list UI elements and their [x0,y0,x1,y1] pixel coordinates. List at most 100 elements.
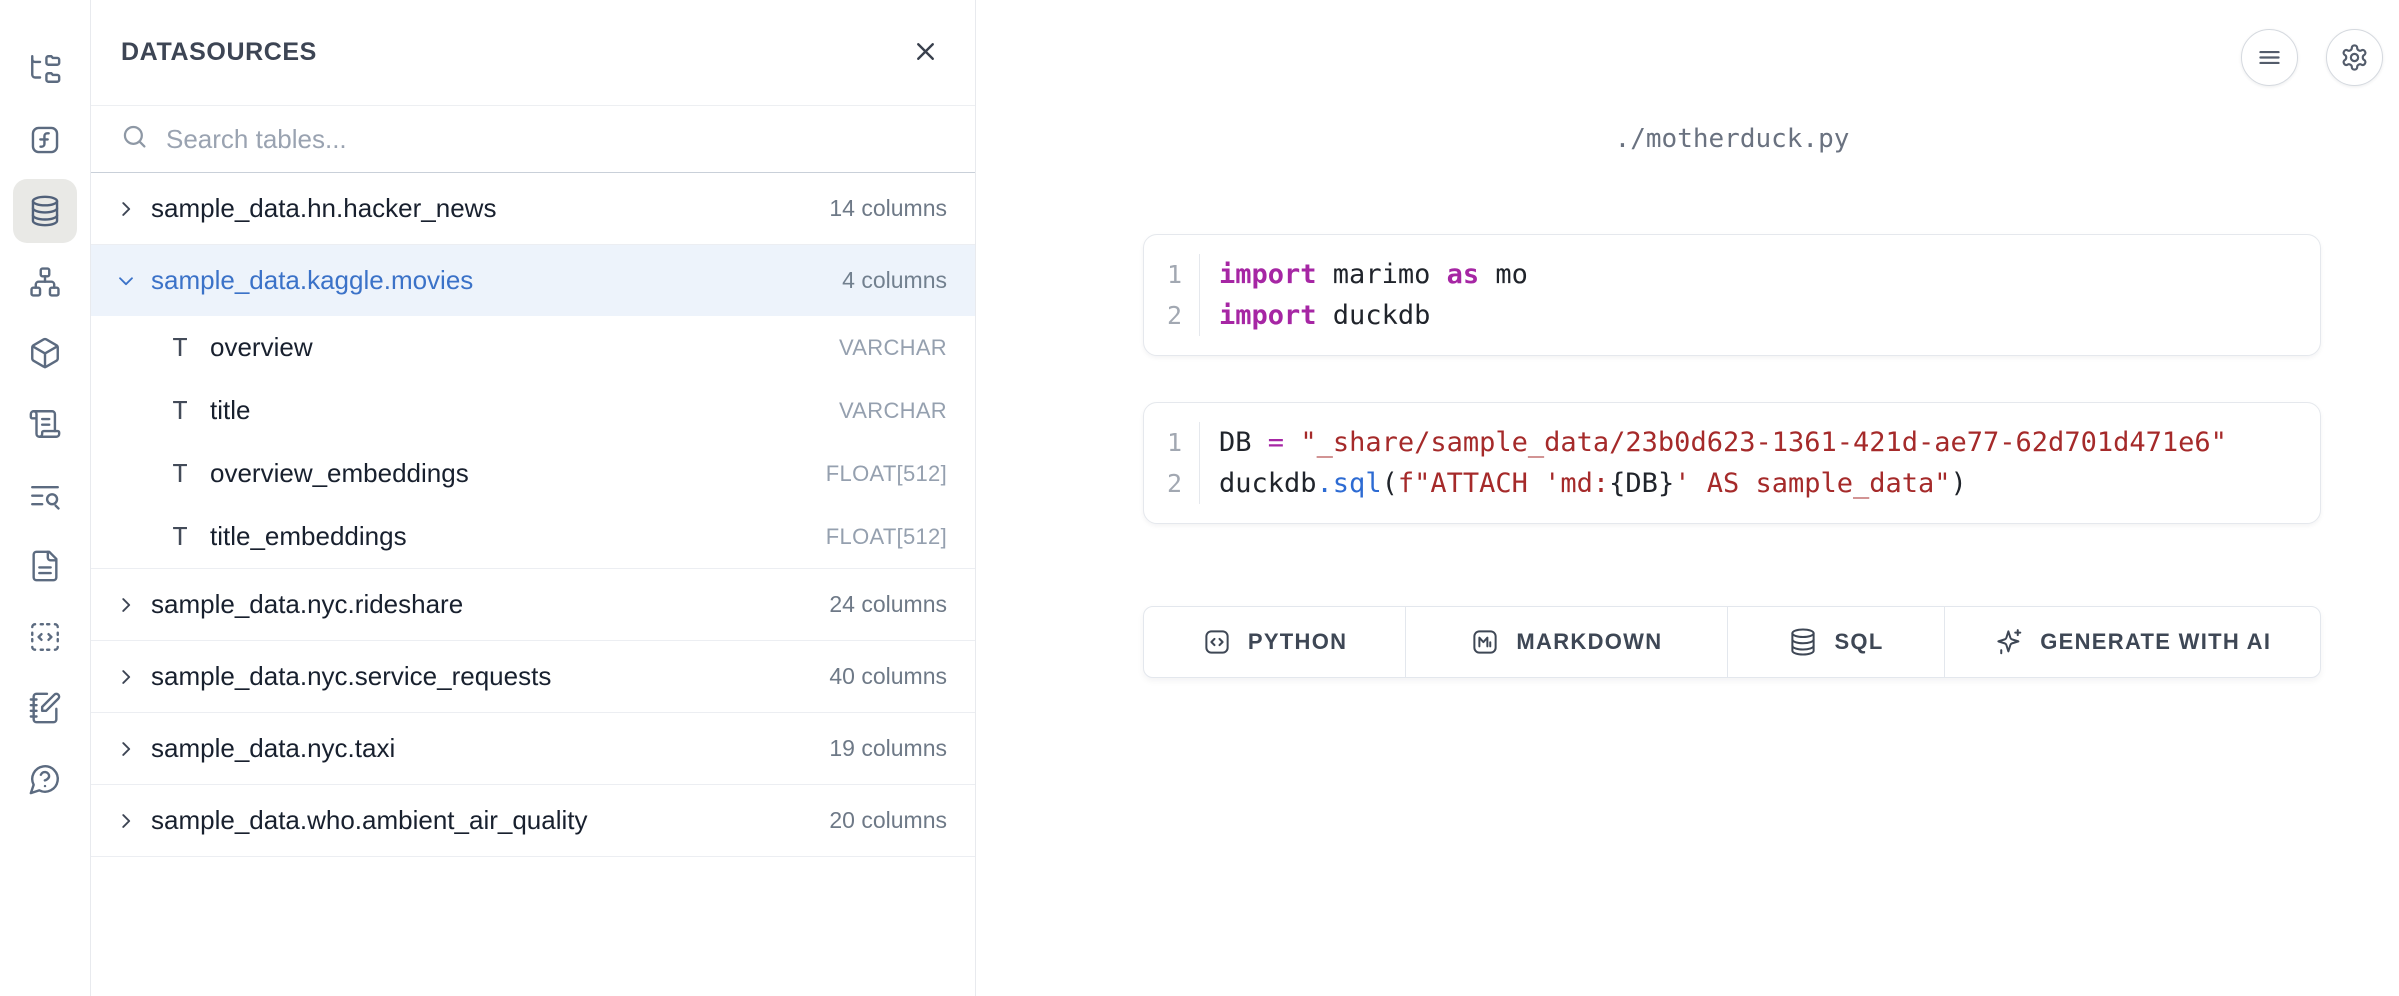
sidebar-item-chat[interactable] [13,747,77,811]
topbar [2241,29,2383,86]
table-row[interactable]: sample_data.kaggle.movies4 columns [91,245,975,316]
table-column-count: 19 columns [829,735,947,762]
file-text-icon [28,549,62,583]
table-row[interactable]: sample_data.nyc.taxi19 columns [91,713,975,784]
code-text[interactable]: import marimo as mo [1200,254,1528,295]
sidebar-item-logs[interactable] [13,392,77,456]
sidebar-item-dependency-graph[interactable] [13,250,77,314]
code-text[interactable]: import duckdb [1200,295,1430,336]
code-line: 2duckdb.sql(f"ATTACH 'md:{DB}' AS sample… [1144,463,2320,504]
column-row[interactable]: Ttitle VARCHAR [91,379,975,442]
table-row[interactable]: sample_data.who.ambient_air_quality 20 co… [91,785,975,856]
close-icon [911,37,940,69]
table-row[interactable]: sample_data.nyc.service_requests 40 colum… [91,641,975,712]
add-button-label: SQL [1834,629,1883,655]
code-cell[interactable]: 1DB = "_share/sample_data/23b0d623-1361-… [1143,402,2321,524]
column-row[interactable]: Toverview VARCHAR [91,316,975,379]
column-type-icon: T [167,522,193,551]
text-search-icon [28,478,62,512]
datasources-panel: DATASOURCES sample_data.hn.hacker_news14… [91,0,976,996]
table-column-count: 4 columns [842,267,947,294]
search-input[interactable] [166,124,945,155]
sidebar-item-file-explorer[interactable] [13,37,77,101]
x-icon [911,37,940,66]
database-icon [28,194,62,228]
line-number: 1 [1144,254,1200,295]
table-row[interactable]: sample_data.nyc.rideshare24 columns [91,569,975,640]
table-column-count: 14 columns [829,195,947,222]
sidebar-item-snippets[interactable] [13,605,77,669]
chevron-right-icon [115,198,137,220]
box-icon [28,336,62,370]
sparkles-icon [1994,627,2024,657]
chevron-down-icon [115,270,137,292]
table-group: sample_data.who.ambient_air_quality 20 co… [91,785,975,857]
sidebar-item-variables[interactable] [13,108,77,172]
notebook-area: ./motherduck.py 1import marimo as mo2imp… [976,0,2399,996]
settings-button[interactable] [2326,29,2383,86]
table-group: sample_data.nyc.rideshare24 columns [91,569,975,641]
column-row[interactable]: Toverview_embeddings FLOAT[512] [91,442,975,505]
app-window: DATASOURCES sample_data.hn.hacker_news14… [0,0,2399,996]
network-icon [28,265,62,299]
search-icon [121,123,148,155]
sidebar-item-documentation[interactable] [13,534,77,598]
table-name: sample_data.who.ambient_air_quality [151,805,588,836]
table-group: sample_data.hn.hacker_news14 columns [91,173,975,245]
code-line: 1import marimo as mo [1144,254,2320,295]
column-row[interactable]: Ttitle_embeddingsFLOAT[512] [91,505,975,568]
square-dashed-code-icon [28,620,62,654]
chevron-right-icon [115,810,137,832]
sidebar-item-scratchpad[interactable] [13,676,77,740]
column-name: overview [210,332,313,363]
add-button-label: GENERATE WITH AI [2040,629,2271,655]
code-text[interactable]: duckdb.sql(f"ATTACH 'md:{DB}' AS sample_… [1200,463,1967,504]
panel-header: DATASOURCES [91,0,975,106]
code-cell[interactable]: 1import marimo as mo2import duckdb [1143,234,2321,356]
notebook-content: ./motherduck.py 1import marimo as mo2imp… [1143,0,2321,678]
database-icon [1788,627,1818,657]
table-name: sample_data.nyc.service_requests [151,661,551,692]
add-markdown-cell-button[interactable]: MARKDOWN [1405,607,1726,677]
add-sql-cell-button[interactable]: SQL [1727,607,1945,677]
column-datatype: FLOAT[512] [826,461,947,487]
column-name: title [210,395,250,426]
menu-icon [2255,43,2284,72]
message-question-icon [28,762,62,796]
function-square-icon [28,123,62,157]
column-type-icon: T [167,333,193,362]
folder-tree-icon [28,52,62,86]
table-row[interactable]: sample_data.hn.hacker_news14 columns [91,173,975,244]
chevron-right-icon [115,738,137,760]
generate-with-ai-button[interactable]: GENERATE WITH AI [1944,607,2320,677]
search-bar [91,106,975,173]
column-datatype: VARCHAR [839,335,947,361]
column-name: title_embeddings [210,521,407,552]
code-text[interactable]: DB = "_share/sample_data/23b0d623-1361-4… [1200,422,2227,463]
table-list: sample_data.hn.hacker_news14 columnssamp… [91,173,975,996]
sidebar-item-datasources[interactable] [13,179,77,243]
column-name: overview_embeddings [210,458,469,489]
table-group: sample_data.kaggle.movies4 columnsToverv… [91,245,975,569]
add-python-cell-button[interactable]: PYTHON [1144,607,1405,677]
table-column-count: 24 columns [829,591,947,618]
column-datatype: VARCHAR [839,398,947,424]
sidebar-item-packages[interactable] [13,321,77,385]
sidebar-item-tracing[interactable] [13,463,77,527]
close-panel-button[interactable] [905,33,945,73]
notebook-filename[interactable]: ./motherduck.py [1143,124,2321,154]
scroll-text-icon [28,407,62,441]
table-group: sample_data.nyc.service_requests 40 colum… [91,641,975,713]
settings-icon [2340,43,2369,72]
code-square-icon [1202,627,1232,657]
line-number: 1 [1144,422,1200,463]
cells-container: 1import marimo as mo2import duckdb1DB = … [1143,154,2321,524]
table-group: sample_data.nyc.taxi19 columns [91,713,975,785]
table-column-count: 20 columns [829,807,947,834]
column-type-icon: T [167,396,193,425]
table-column-count: 40 columns [829,663,947,690]
search-icon [121,123,148,150]
chevron-right-icon [115,594,137,616]
column-type-icon: T [167,459,193,488]
menu-button[interactable] [2241,29,2298,86]
